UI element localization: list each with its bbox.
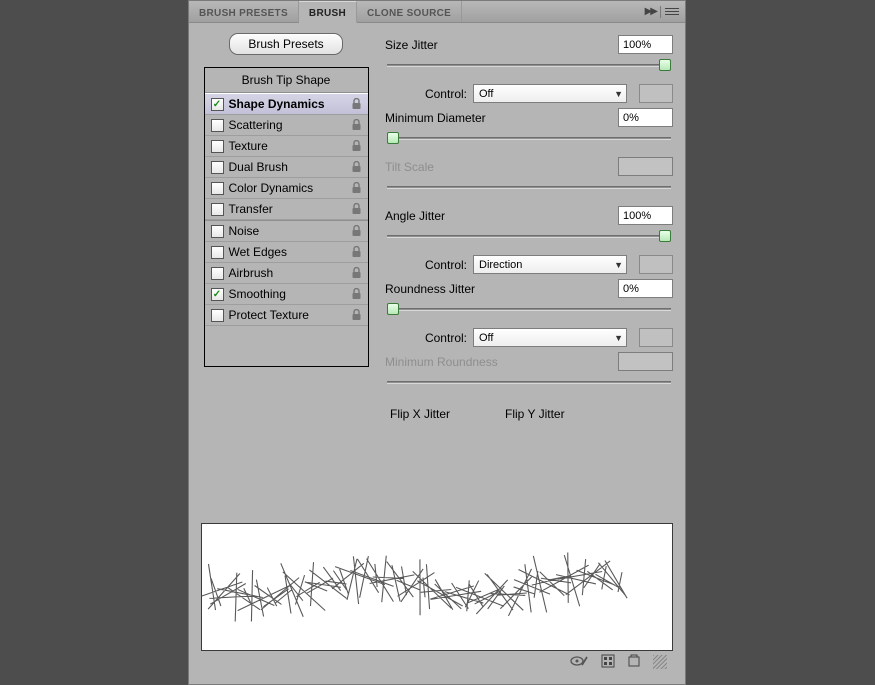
size-control-select[interactable]: Off▼ <box>473 84 627 103</box>
option-label: Airbrush <box>229 266 274 280</box>
settings-column: Size Jitter 100% Control: Off▼ Minimum D… <box>385 33 673 513</box>
size-control-label: Control: <box>411 87 467 101</box>
toggle-preview-icon[interactable] <box>569 654 589 671</box>
angle-jitter-value[interactable]: 100% <box>618 206 673 225</box>
size-jitter-slider[interactable] <box>659 59 671 71</box>
option-label: Transfer <box>229 202 273 216</box>
angle-control-label: Control: <box>411 258 467 272</box>
lock-icon[interactable] <box>350 308 364 322</box>
option-airbrush[interactable]: Airbrush <box>205 263 368 284</box>
chevron-down-icon: ▼ <box>614 260 623 270</box>
size-control-extra-button[interactable] <box>639 84 673 103</box>
brush-options-list: Brush Tip Shape Shape Dynamics Scattering… <box>204 67 369 367</box>
chevron-down-icon: ▼ <box>614 89 623 99</box>
min-diameter-slider[interactable] <box>387 132 399 144</box>
option-checkbox[interactable] <box>211 203 224 216</box>
option-label: Shape Dynamics <box>229 97 325 111</box>
option-checkbox[interactable] <box>211 119 224 132</box>
panel-body: Brush Presets Brush Tip Shape Shape Dyna… <box>189 23 685 684</box>
lock-icon[interactable] <box>350 97 364 111</box>
tilt-scale-value <box>618 157 673 176</box>
option-label: Noise <box>229 224 260 238</box>
lock-icon[interactable] <box>350 139 364 153</box>
lock-icon[interactable] <box>350 202 364 216</box>
option-label: Smoothing <box>229 287 286 301</box>
new-preset-icon[interactable] <box>627 654 641 671</box>
min-roundness-label: Minimum Roundness <box>385 355 530 369</box>
option-label: Texture <box>229 139 268 153</box>
resize-grip[interactable] <box>653 655 667 669</box>
lock-icon[interactable] <box>350 118 364 132</box>
option-label: Dual Brush <box>229 160 288 174</box>
lock-icon[interactable] <box>350 266 364 280</box>
option-transfer[interactable]: Transfer <box>205 199 368 220</box>
min-roundness-value <box>618 352 673 371</box>
angle-jitter-label: Angle Jitter <box>385 209 530 223</box>
panel-footer <box>201 651 673 673</box>
angle-jitter-slider[interactable] <box>659 230 671 242</box>
option-checkbox[interactable] <box>211 182 224 195</box>
round-control-extra-button[interactable] <box>639 328 673 347</box>
option-checkbox[interactable] <box>211 161 224 174</box>
option-checkbox[interactable] <box>211 309 224 322</box>
size-jitter-label: Size Jitter <box>385 38 530 52</box>
option-protect-texture[interactable]: Protect Texture <box>205 305 368 326</box>
tab-brush-presets[interactable]: BRUSH PRESETS <box>189 1 299 22</box>
separator <box>660 6 661 18</box>
option-label: Color Dynamics <box>229 181 314 195</box>
brush-tip-shape-header[interactable]: Brush Tip Shape <box>205 69 368 93</box>
option-wet-edges[interactable]: Wet Edges <box>205 242 368 263</box>
brush-panel: BRUSH PRESETS BRUSH CLONE SOURCE ▶▶ Brus… <box>188 0 686 685</box>
lock-icon[interactable] <box>350 181 364 195</box>
size-jitter-value[interactable]: 100% <box>618 35 673 54</box>
preset-manager-icon[interactable] <box>601 654 615 671</box>
option-checkbox[interactable] <box>211 225 224 238</box>
panel-menu-icon[interactable] <box>665 6 679 18</box>
option-color-dynamics[interactable]: Color Dynamics <box>205 178 368 199</box>
option-shape-dynamics[interactable]: Shape Dynamics <box>205 93 368 115</box>
option-checkbox[interactable] <box>211 140 224 153</box>
chevron-down-icon: ▼ <box>614 333 623 343</box>
angle-control-extra-button[interactable] <box>639 255 673 274</box>
lock-icon[interactable] <box>350 224 364 238</box>
option-checkbox[interactable] <box>211 246 224 259</box>
tab-clone-source[interactable]: CLONE SOURCE <box>357 1 462 22</box>
option-label: Protect Texture <box>229 308 309 322</box>
option-texture[interactable]: Texture <box>205 136 368 157</box>
roundness-jitter-slider[interactable] <box>387 303 399 315</box>
option-checkbox[interactable] <box>211 98 224 111</box>
option-checkbox[interactable] <box>211 288 224 301</box>
option-smoothing[interactable]: Smoothing <box>205 284 368 305</box>
option-noise[interactable]: Noise <box>205 221 368 242</box>
brush-preview <box>201 523 673 651</box>
flip-y-label: Flip Y Jitter <box>505 407 565 421</box>
lock-icon[interactable] <box>350 287 364 301</box>
tab-bar: BRUSH PRESETS BRUSH CLONE SOURCE ▶▶ <box>189 1 685 23</box>
min-diameter-value[interactable]: 0% <box>618 108 673 127</box>
roundness-jitter-label: Roundness Jitter <box>385 282 530 296</box>
tab-brush[interactable]: BRUSH <box>299 1 357 23</box>
option-label: Scattering <box>229 118 283 132</box>
option-label: Wet Edges <box>229 245 287 259</box>
option-dual-brush[interactable]: Dual Brush <box>205 157 368 178</box>
flip-x-label: Flip X Jitter <box>390 407 450 421</box>
left-column: Brush Presets Brush Tip Shape Shape Dyna… <box>201 33 371 513</box>
round-control-label: Control: <box>411 331 467 345</box>
brush-presets-button[interactable]: Brush Presets <box>229 33 342 55</box>
roundness-jitter-value[interactable]: 0% <box>618 279 673 298</box>
angle-control-select[interactable]: Direction▼ <box>473 255 627 274</box>
option-checkbox[interactable] <box>211 267 224 280</box>
tilt-scale-label: Tilt Scale <box>385 160 530 174</box>
lock-icon[interactable] <box>350 160 364 174</box>
option-scattering[interactable]: Scattering <box>205 115 368 136</box>
min-diameter-label: Minimum Diameter <box>385 111 530 125</box>
lock-icon[interactable] <box>350 245 364 259</box>
collapse-icon[interactable]: ▶▶ <box>645 6 656 17</box>
round-control-select[interactable]: Off▼ <box>473 328 627 347</box>
